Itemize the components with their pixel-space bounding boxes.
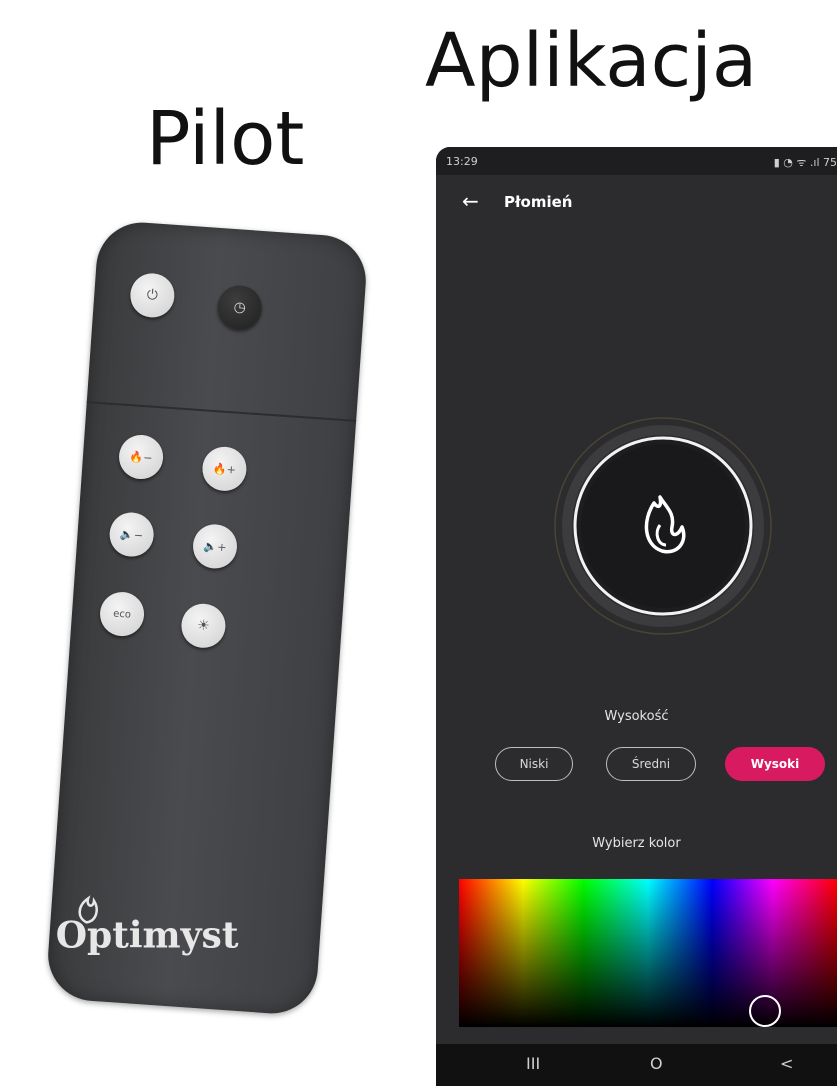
height-label: Wysokość <box>604 709 669 724</box>
remote-seam <box>86 401 357 422</box>
light-icon: ☀ <box>196 617 211 635</box>
phone-screen: 13:29 ▮ ◔ ᯤ .ıl 75 ← Płomień Wysokość Ni… <box>436 147 837 1086</box>
flame-down-button[interactable]: 🔥− <box>117 433 165 481</box>
height-medium-label: Średni <box>631 757 671 771</box>
height-high-button[interactable]: Wysoki <box>725 747 825 781</box>
status-icons: ▮ ◔ ᯤ .ıl 75 <box>773 156 837 169</box>
flame-down-icon: 🔥− <box>129 449 153 465</box>
power-icon: ⏻ <box>146 287 159 304</box>
height-low-label: Niski <box>519 757 549 771</box>
brand-logo: Optimyst <box>55 914 239 957</box>
light-button[interactable]: ☀ <box>179 602 227 650</box>
sound-down-button[interactable]: 🔈− <box>108 511 156 559</box>
flame-up-button[interactable]: 🔥+ <box>200 445 248 493</box>
status-bar: 13:29 ▮ ◔ ᯤ .ıl 75 <box>436 147 837 175</box>
flame-toggle[interactable] <box>554 417 772 635</box>
app-bar: ← Płomień <box>436 175 837 231</box>
timer-button[interactable]: ◷ <box>216 284 264 332</box>
remote-heading: Pilot <box>146 96 305 182</box>
page-title: Płomień <box>504 193 573 211</box>
recent-apps-icon[interactable]: III <box>526 1054 540 1073</box>
timer-icon: ◷ <box>233 299 247 316</box>
color-picker[interactable] <box>459 879 837 1027</box>
sound-up-icon: 🔈+ <box>203 539 227 554</box>
status-time: 13:29 <box>446 155 478 168</box>
system-nav-bar: III O < <box>436 1044 837 1086</box>
home-icon[interactable]: O <box>650 1054 663 1073</box>
color-picker-handle[interactable] <box>749 995 781 1027</box>
eco-icon: eco <box>112 607 132 621</box>
flame-up-icon: 🔥+ <box>212 461 237 477</box>
eco-button[interactable]: eco <box>98 590 146 638</box>
nav-back-icon[interactable]: < <box>780 1054 793 1073</box>
remote-control: ⏻ ◷ 🔥− 🔥+ 🔈− 🔈+ eco ☀ Optimyst <box>45 219 369 1017</box>
color-label: Wybierz kolor <box>592 836 681 851</box>
app-heading: Aplikacja <box>425 18 758 104</box>
back-arrow-icon[interactable]: ← <box>462 189 479 213</box>
sound-up-button[interactable]: 🔈+ <box>191 522 239 570</box>
height-low-button[interactable]: Niski <box>495 747 573 781</box>
sound-down-icon: 🔈− <box>119 527 144 542</box>
height-high-label: Wysoki <box>750 757 800 771</box>
power-button[interactable]: ⏻ <box>128 271 176 319</box>
height-medium-button[interactable]: Średni <box>606 747 696 781</box>
